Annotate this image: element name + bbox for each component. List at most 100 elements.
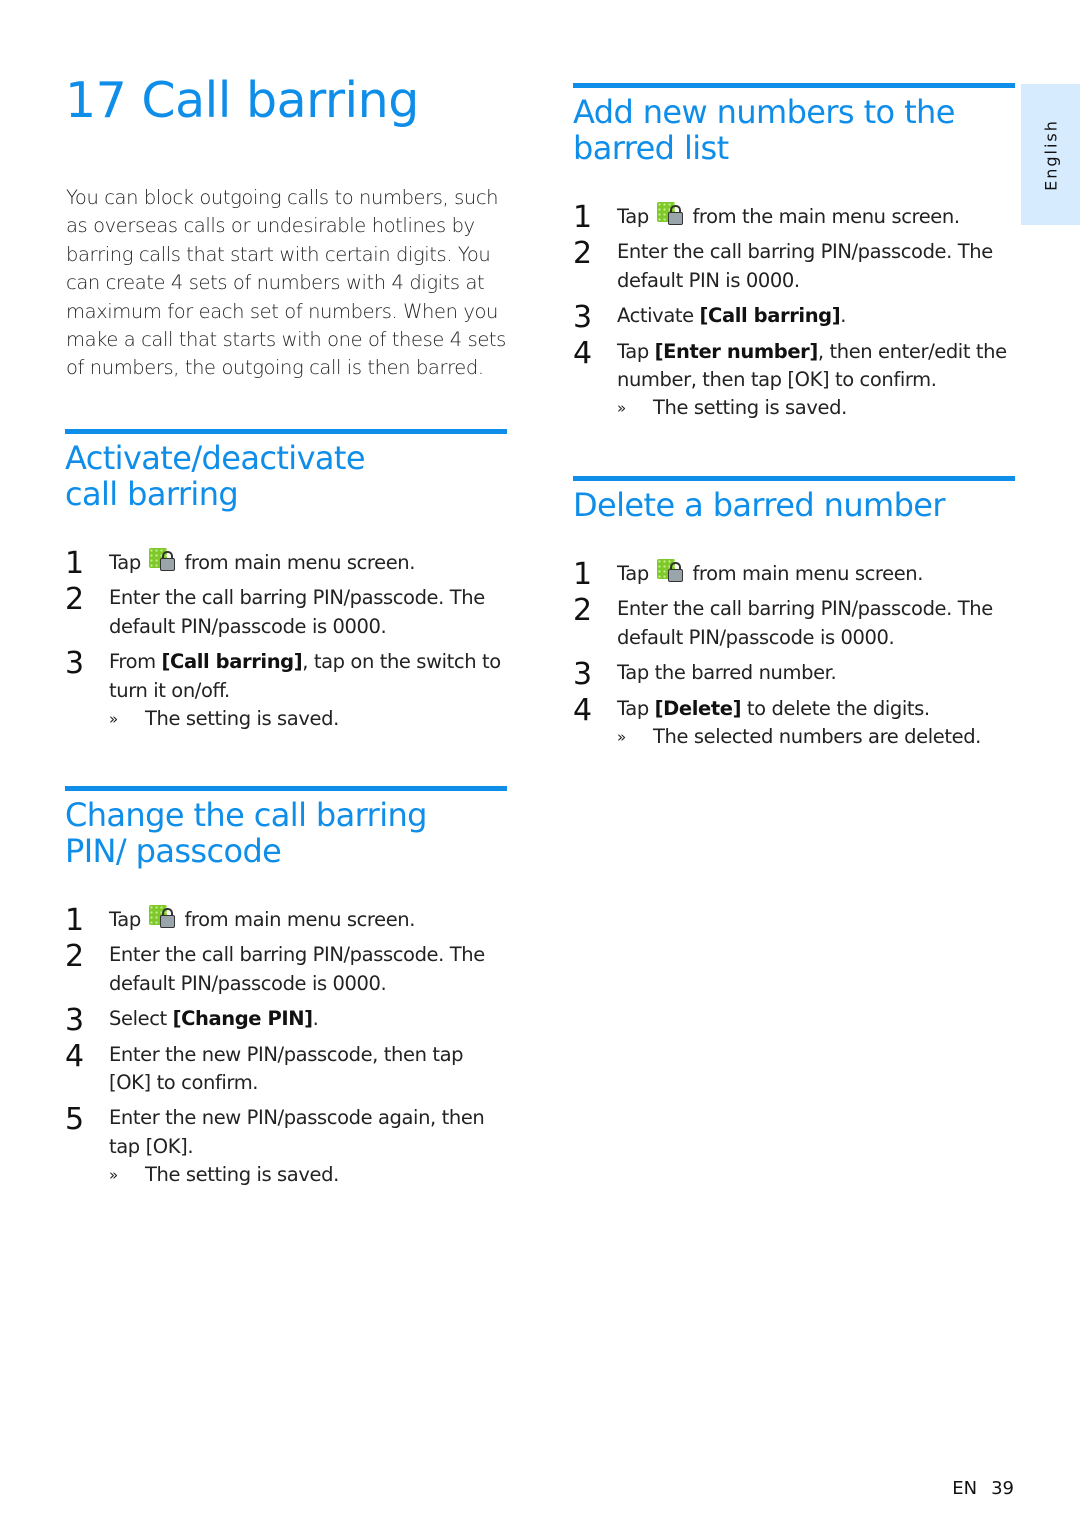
step: 4 Tap [Enter number], then enter/edit th… <box>573 338 1015 423</box>
language-tab: English <box>1021 84 1080 225</box>
step: 4 Tap [Delete] to delete the digits. » T… <box>573 695 1015 752</box>
step-result: » The selected numbers are deleted. <box>617 723 1015 751</box>
page-number: 39 <box>991 1478 1014 1499</box>
result-marker-icon: » <box>617 399 626 418</box>
step-text: . <box>187 1134 194 1158</box>
step: 1 Tap from main menu screen. <box>573 557 1015 592</box>
ui-label-call-barring: [Call barring] <box>699 304 841 328</box>
step-text: Tap <box>617 205 649 228</box>
step-number: 1 <box>573 200 592 235</box>
step-text: Tap <box>617 696 655 720</box>
result-marker-icon: » <box>617 728 626 747</box>
step-text: Activate <box>617 304 700 328</box>
section-activate: Activate/deactivate call barring 1 Tap f… <box>65 429 507 733</box>
section-title: Delete a barred number <box>573 486 946 524</box>
section-title: Change the call barring PIN/ passcode <box>65 796 427 870</box>
result-text: The setting is saved. <box>145 707 339 731</box>
step-list: 1 Tap from main menu screen. 2 Enter the… <box>65 905 507 1190</box>
result-text: The setting is saved. <box>653 396 847 420</box>
step-list: 1 Tap from main menu screen. 2 Enter the… <box>573 559 1015 751</box>
result-marker-icon: » <box>109 1166 118 1185</box>
step-text: to confirm. <box>150 1071 259 1095</box>
step-number: 2 <box>573 593 592 629</box>
ui-label-ok: [OK] <box>145 1134 188 1158</box>
step-text: . <box>312 1007 319 1031</box>
step: 3 Activate [Call barring]. <box>573 300 1015 336</box>
step: 1 Tap from main menu screen. <box>65 903 507 938</box>
step: 2 Enter the call barring PIN/passcode. T… <box>573 238 1015 295</box>
step: 3 Tap the barred number. <box>573 657 1015 693</box>
step-result: » The setting is saved. <box>617 394 1015 422</box>
step-text: Enter the call barring PIN/passcode. The… <box>617 597 993 649</box>
step-text: from main menu screen. <box>692 562 924 585</box>
step-text: Select <box>109 1007 173 1031</box>
step-number: 1 <box>65 903 84 938</box>
step-text: Enter the call barring PIN/passcode. The… <box>109 943 485 995</box>
step-text: Enter the call barring PIN/passcode. The… <box>617 240 993 292</box>
step-number: 3 <box>573 300 592 336</box>
call-barring-app-icon <box>656 559 683 583</box>
chapter-intro: You can block outgoing calls to numbers,… <box>66 186 506 380</box>
step: 2 Enter the call barring PIN/passcode. T… <box>65 584 507 641</box>
result-marker-icon: » <box>109 710 118 729</box>
step-number: 4 <box>573 335 592 371</box>
step: 1 Tap from the main menu screen. <box>573 200 1015 235</box>
result-text: The setting is saved. <box>145 1163 339 1187</box>
section-rule <box>65 786 507 791</box>
step-text: Tap <box>617 339 655 363</box>
step-text: Enter the new PIN/passcode, then tap <box>109 1042 464 1066</box>
call-barring-app-icon <box>148 905 175 929</box>
step-text: Tap <box>109 908 141 931</box>
step: 2 Enter the call barring PIN/passcode. T… <box>573 595 1015 652</box>
section-rule <box>573 476 1015 481</box>
ui-label-call-barring: [Call barring] <box>161 650 303 674</box>
section-rule <box>65 429 507 434</box>
footer-language: EN <box>952 1478 978 1499</box>
call-barring-app-icon <box>656 202 683 226</box>
step-number: 3 <box>65 646 84 682</box>
step-text: Tap <box>109 551 141 574</box>
result-text: The selected numbers are deleted. <box>653 725 981 749</box>
page-footer: EN 39 <box>952 1478 1014 1499</box>
ui-label-delete: [Delete] <box>654 696 742 720</box>
step-text: Tap <box>617 562 649 585</box>
step-number: 2 <box>65 582 84 618</box>
step-text: From <box>109 650 162 674</box>
step-number: 4 <box>65 1038 84 1074</box>
step-number: 3 <box>573 657 592 693</box>
step-text: . <box>840 304 847 328</box>
step: 1 Tap from main menu screen. <box>65 546 507 581</box>
step-number: 5 <box>65 1102 84 1138</box>
step-number: 3 <box>65 1003 84 1039</box>
ui-label-enter-number: [Enter number] <box>654 339 819 363</box>
step-number: 1 <box>65 546 84 581</box>
language-tab-label: English <box>1041 118 1060 191</box>
step-result: » The setting is saved. <box>109 705 507 733</box>
chapter-title: 17 Call barring <box>65 72 419 129</box>
step: 5 Enter the new PIN/passcode again, then… <box>65 1104 507 1189</box>
step-text: Tap the barred number. <box>617 661 837 685</box>
step-list: 1 Tap from main menu screen. 2 Enter the… <box>65 548 507 733</box>
call-barring-app-icon <box>148 548 175 572</box>
step-number: 1 <box>573 557 592 592</box>
section-add-numbers: Add new numbers to the barred list 1 Tap… <box>573 83 1015 423</box>
section-title: Add new numbers to the barred list <box>573 93 955 167</box>
ui-label-change-pin: [Change PIN] <box>172 1007 314 1031</box>
step-text: Enter the call barring PIN/passcode. The… <box>109 586 485 638</box>
step-number: 4 <box>573 692 592 728</box>
step-text: to delete the digits. <box>741 696 930 720</box>
section-title: Activate/deactivate call barring <box>65 439 366 513</box>
ui-label-ok: [OK] <box>109 1071 151 1095</box>
step-result: » The setting is saved. <box>109 1161 507 1189</box>
step: 4 Enter the new PIN/passcode, then tap [… <box>65 1041 507 1098</box>
section-rule <box>573 83 1015 88</box>
step-list: 1 Tap from the main menu screen. 2 Enter… <box>573 202 1015 423</box>
step: 2 Enter the call barring PIN/passcode. T… <box>65 941 507 998</box>
step-text: from the main menu screen. <box>692 205 960 228</box>
step-number: 2 <box>573 236 592 272</box>
step-text: from main menu screen. <box>184 551 416 574</box>
step-text: from main menu screen. <box>184 908 416 931</box>
section-delete-number: Delete a barred number 1 Tap from main m… <box>573 476 1015 751</box>
step-number: 2 <box>65 939 84 975</box>
step: 3 Select [Change PIN]. <box>65 1003 507 1039</box>
